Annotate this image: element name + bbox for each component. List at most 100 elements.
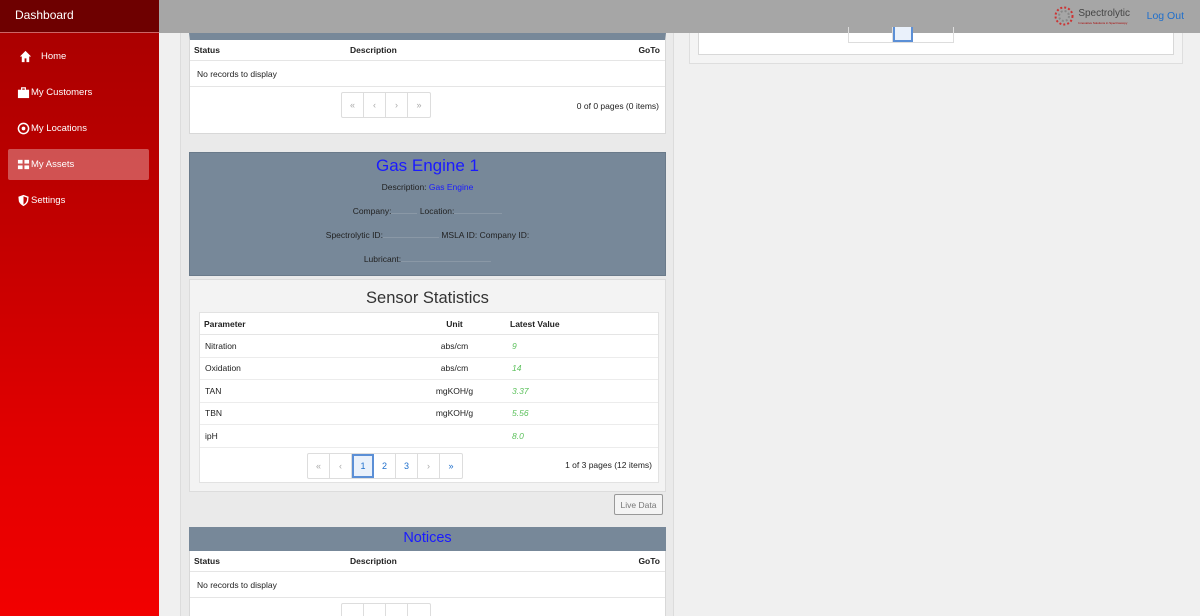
location-label: Location:	[419, 206, 455, 216]
prev-page-button[interactable]: ‹	[364, 93, 386, 117]
last-page-button[interactable]: »	[408, 93, 430, 117]
briefcase-icon	[17, 87, 30, 99]
page-3-button[interactable]: 3	[396, 453, 418, 478]
table-pager-bar: « ‹ 1 2 3 › » 1 of 3 pages (12 items)	[200, 448, 658, 482]
sidebar-item-label: My Assets	[31, 159, 75, 170]
unit-cell: mgKOH/g	[435, 385, 474, 396]
live-data-button[interactable]: Live Data	[614, 494, 663, 515]
empty-message: No records to display	[190, 572, 665, 598]
sidebar: Dashboard Home My Customers My Locations…	[0, 0, 159, 616]
last-page-button[interactable]	[408, 604, 430, 616]
table-pager-bar: « ‹ › » 0 of 0 pages (0 items)	[190, 87, 665, 127]
empty-message: No records to display	[190, 61, 665, 87]
prev-page-button[interactable]: ‹	[330, 453, 352, 478]
lubricant-line: Lubricant:	[190, 254, 665, 264]
sidebar-item-my-customers[interactable]: My Customers	[8, 77, 149, 108]
column-header-latest-value[interactable]: Latest Value	[507, 319, 560, 329]
top-bar: Spectrolytic Innovative Solutions in Spe…	[159, 0, 1200, 33]
column-header-parameter[interactable]: Parameter	[200, 319, 402, 329]
spectrolytic-logo[interactable]: Spectrolytic Innovative Solutions in Spe…	[1053, 5, 1130, 27]
sidebar-item-label: My Locations	[31, 123, 87, 134]
first-page-button[interactable]	[342, 604, 364, 616]
parameter-cell: Oxidation	[205, 363, 241, 374]
notices-title: Notices	[189, 527, 666, 551]
ids-line: Spectrolytic ID: MSLA ID: Company ID:	[190, 230, 665, 240]
pager-button[interactable]	[849, 27, 893, 42]
target-icon	[17, 122, 30, 135]
asset-title: Gas Engine 1	[375, 156, 479, 175]
last-page-button[interactable]: »	[440, 454, 462, 478]
right-panel-table	[698, 27, 1174, 55]
value-cell: 5.56	[512, 408, 529, 419]
column-header-status[interactable]: Status	[190, 45, 350, 55]
assets-icon	[17, 159, 30, 170]
spectrolytic-id-label: Spectrolytic ID:	[325, 230, 383, 240]
parameter-cell: TAN	[205, 385, 222, 396]
pager	[848, 27, 954, 43]
asset-detail-column: Status Description GoTo No records to di…	[180, 33, 674, 616]
sidebar-item-home[interactable]: Home	[8, 41, 149, 72]
logout-link[interactable]: Log Out	[1147, 10, 1184, 22]
pager: « ‹ 1 2 3 › »	[307, 452, 463, 479]
column-header-goto[interactable]: GoTo	[638, 556, 665, 566]
next-page-button[interactable]: ›	[386, 93, 408, 117]
table-row: TBN mgKOH/g 5.56	[200, 403, 658, 425]
sidebar-item-my-locations[interactable]: My Locations	[8, 113, 149, 144]
sidebar-item-label: My Customers	[31, 87, 93, 98]
alerts-table: Status Description GoTo No records to di…	[189, 33, 666, 134]
prev-page-button[interactable]	[364, 604, 386, 616]
company-label: Company:	[352, 206, 392, 216]
notices-table: Status Description GoTo No records to di…	[189, 551, 666, 616]
sensor-statistics-title: Sensor Statistics	[366, 289, 489, 307]
description-label: Description:	[381, 182, 427, 192]
page-2-button[interactable]: 2	[374, 453, 396, 478]
value-cell: 3.37	[512, 385, 529, 396]
first-page-button[interactable]: «	[342, 93, 364, 117]
unit-cell: abs/cm	[440, 363, 469, 374]
column-header-description[interactable]: Description	[350, 45, 630, 55]
sidebar-item-settings[interactable]: Settings	[8, 185, 149, 216]
table-header: Status Description GoTo	[190, 40, 665, 61]
right-panel	[689, 27, 1183, 64]
dashboard-title[interactable]: Dashboard	[0, 0, 159, 33]
sidebar-item-my-assets[interactable]: My Assets	[8, 149, 149, 180]
value-cell: 9	[512, 340, 517, 351]
sidebar-item-label: Settings	[31, 195, 66, 206]
sensor-statistics-panel: Sensor Statistics Parameter Unit Latest …	[189, 279, 666, 492]
spectrolytic-id-value	[382, 237, 439, 238]
page-button-active[interactable]	[893, 27, 913, 42]
unit-cell: abs/cm	[440, 340, 469, 351]
lubricant-label: Lubricant:	[363, 254, 402, 264]
table-header: Status Description GoTo	[190, 551, 665, 572]
company-value	[391, 213, 418, 214]
column-header-description[interactable]: Description	[350, 556, 630, 566]
column-header-goto[interactable]: GoTo	[638, 45, 665, 55]
first-page-button[interactable]: «	[308, 453, 330, 478]
pager: « ‹ › »	[341, 92, 431, 118]
logo-tagline: Innovative Solutions in Spectroscopy	[1078, 20, 1128, 25]
table-row: Oxidation abs/cm 14	[200, 358, 658, 380]
parameter-cell: ipH	[205, 430, 218, 441]
home-icon	[19, 50, 32, 63]
sensor-statistics-table: Parameter Unit Latest Value Nitration ab…	[199, 312, 659, 483]
page-1-button[interactable]: 1	[352, 453, 374, 478]
shield-icon	[18, 194, 29, 207]
column-header-unit[interactable]: Unit	[402, 319, 507, 329]
pager-button[interactable]	[913, 27, 953, 42]
next-page-button[interactable]	[386, 604, 408, 616]
description-value: Gas Engine	[428, 182, 474, 192]
asset-info-banner: Gas Engine 1 Description: Gas Engine Com…	[189, 152, 666, 276]
pager-summary: 0 of 0 pages (0 items)	[576, 101, 659, 111]
msla-id-label: MSLA ID:	[441, 230, 478, 240]
column-header-status[interactable]: Status	[190, 556, 350, 566]
logo-text: Spectrolytic	[1078, 7, 1130, 19]
company-location-line: Company: Location:	[190, 206, 665, 216]
next-page-button[interactable]: ›	[418, 453, 440, 478]
table-row: Nitration abs/cm 9	[200, 335, 658, 358]
sidebar-item-label: Home	[41, 51, 67, 62]
table-row: ipH 8.0	[200, 425, 658, 448]
table-pager-bar	[190, 598, 665, 616]
value-cell: 14	[512, 363, 522, 374]
description-line: Description: Gas Engine	[190, 182, 665, 192]
company-id-label: Company ID:	[479, 230, 530, 240]
